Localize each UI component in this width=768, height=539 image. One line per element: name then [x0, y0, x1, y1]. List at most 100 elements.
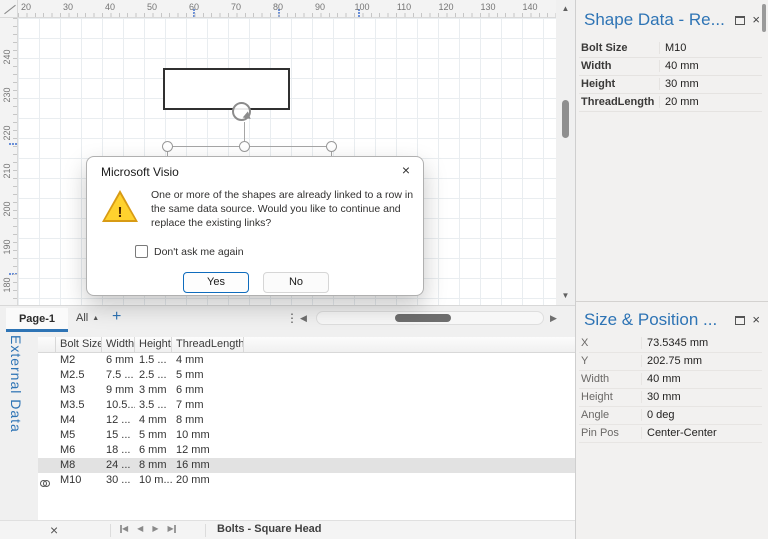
- data-source-tab[interactable]: Bolts - Square Head: [217, 523, 322, 535]
- right-panel: Shape Data - Re... × Bolt Size M10 Width 40…: [575, 0, 768, 539]
- field-value[interactable]: Center-Center: [641, 427, 762, 439]
- row-icon-cell: [38, 368, 56, 383]
- dropdown-caret-icon: ▲: [92, 315, 100, 322]
- field-value[interactable]: 30 mm: [641, 391, 762, 403]
- close-icon[interactable]: ×: [752, 313, 760, 326]
- table-cell: 6 mm: [106, 354, 134, 366]
- row-icon-cell: [38, 458, 56, 473]
- external-data-table: Bolt Size Width Height ThreadLength M2 6 mm 1…: [38, 337, 575, 520]
- field-value[interactable]: 73.5345 mm: [641, 337, 762, 349]
- ruler-tick-label: 20: [20, 2, 31, 12]
- shape-data-row[interactable]: Bolt Size M10: [579, 40, 762, 58]
- table-cell: 2.5 ...: [139, 369, 167, 381]
- field-value[interactable]: 30 mm: [659, 78, 762, 90]
- size-position-row[interactable]: Pin Pos Center-Center: [579, 425, 762, 443]
- splitter-dots-icon[interactable]: ⋮: [286, 311, 298, 325]
- first-record-icon[interactable]: ◀: [120, 524, 128, 533]
- h-ruler: 20 30 40 50 60 70 80 90 100 110 120 130 140: [18, 0, 556, 18]
- table-row[interactable]: M5 15 ... 5 mm 10 mm: [38, 428, 575, 443]
- record-navigation: ◀ ◀ ▶ ▶: [120, 524, 176, 533]
- last-record-icon[interactable]: ▶: [167, 524, 176, 533]
- field-value[interactable]: M10: [659, 42, 762, 54]
- rectangle-shape[interactable]: [163, 68, 290, 110]
- size-position-row[interactable]: Y 202.75 mm: [579, 353, 762, 371]
- ruler-tick-label: 190: [2, 239, 12, 255]
- scrollbar-thumb[interactable]: [562, 100, 569, 138]
- v-ruler: 240 230 220 210 200 190 180: [0, 18, 18, 305]
- field-value[interactable]: 40 mm: [659, 60, 762, 72]
- size-position-row[interactable]: Height 30 mm: [579, 389, 762, 407]
- selection-handle[interactable]: [162, 141, 173, 152]
- table-row[interactable]: M6 18 ... 6 mm 12 mm: [38, 443, 575, 458]
- dont-ask-checkbox[interactable]: [135, 245, 148, 258]
- table-row[interactable]: M3 9 mm 3 mm 6 mm: [38, 383, 575, 398]
- horizontal-scrollbar[interactable]: [316, 311, 544, 325]
- row-icon-cell: [38, 353, 56, 368]
- close-icon[interactable]: ×: [752, 13, 760, 26]
- scrollbar-thumb[interactable]: [762, 4, 766, 32]
- size-position-row[interactable]: Width 40 mm: [579, 371, 762, 389]
- field-value[interactable]: 20 mm: [659, 96, 762, 108]
- all-pages-dropdown[interactable]: All ▲: [76, 312, 99, 324]
- scroll-down-icon[interactable]: ▼: [557, 291, 574, 300]
- table-row[interactable]: M4 12 ... 4 mm 8 mm: [38, 413, 575, 428]
- scroll-left-icon[interactable]: ◀: [300, 313, 307, 324]
- ruler-tick-label: 210: [2, 163, 12, 179]
- field-value[interactable]: 0 deg: [641, 409, 762, 421]
- scroll-up-icon[interactable]: ▲: [557, 4, 574, 13]
- row-icon-cell: [38, 398, 56, 413]
- table-cell: 12 ...: [106, 414, 131, 426]
- column-header[interactable]: Width: [102, 337, 135, 353]
- table-row[interactable]: M2 6 mm 1.5 ... 4 mm: [38, 353, 575, 368]
- row-icon-cell: [38, 383, 56, 398]
- table-row[interactable]: M3.5 10.5... 3.5 ... 7 mm: [38, 398, 575, 413]
- table-cell: 12 mm: [176, 444, 210, 456]
- table-cell: M3: [60, 384, 76, 396]
- field-label: Pin Pos: [581, 427, 619, 439]
- shape-data-row[interactable]: Height 30 mm: [579, 76, 762, 94]
- shape-data-row[interactable]: Width 40 mm: [579, 58, 762, 76]
- table-row[interactable]: M8 24 ... 8 mm 16 mm: [38, 458, 575, 473]
- scrollbar-thumb[interactable]: [395, 314, 451, 322]
- row-icon-cell: [38, 428, 56, 443]
- float-window-icon[interactable]: [735, 15, 746, 25]
- external-data-window: External Data Bolt Size Width Height Thread…: [0, 332, 575, 539]
- field-value[interactable]: 40 mm: [641, 373, 762, 385]
- size-position-row[interactable]: Angle 0 deg: [579, 407, 762, 425]
- tab-page-1[interactable]: Page-1: [6, 308, 68, 332]
- row-icon-cell: [38, 413, 56, 428]
- column-header[interactable]: Height: [135, 337, 172, 353]
- ruler-tick-label: 140: [522, 2, 538, 12]
- add-page-button[interactable]: +: [112, 308, 121, 326]
- table-cell: 4 mm: [176, 354, 204, 366]
- yes-button[interactable]: Yes: [183, 272, 249, 293]
- scroll-right-icon[interactable]: ▶: [550, 313, 557, 324]
- selection-handle[interactable]: [239, 141, 250, 152]
- table-cell: 24 ...: [106, 459, 131, 471]
- column-header[interactable]: ThreadLength: [172, 337, 244, 353]
- table-row[interactable]: M10 30 ... 10 m... 20 mm: [38, 473, 575, 488]
- table-cell: 7.5 ...: [106, 369, 134, 381]
- shape-data-row[interactable]: ThreadLength 20 mm: [579, 94, 762, 112]
- table-cell: 6 mm: [176, 384, 204, 396]
- selection-handle[interactable]: [326, 141, 337, 152]
- table-row[interactable]: M2.5 7.5 ... 2.5 ... 5 mm: [38, 368, 575, 383]
- close-icon[interactable]: ×: [50, 522, 58, 538]
- no-button[interactable]: No: [263, 272, 329, 293]
- ruler-tick-label: 180: [2, 277, 12, 293]
- rotation-handle-icon[interactable]: [232, 102, 251, 121]
- table-cell: 10 m...: [139, 474, 172, 486]
- ruler-tick-label: 70: [230, 2, 241, 12]
- header-icon-cell: [38, 337, 56, 353]
- external-data-title: External Data: [8, 335, 24, 433]
- close-icon[interactable]: ×: [402, 162, 410, 178]
- next-record-icon[interactable]: ▶: [152, 524, 158, 533]
- column-header[interactable]: Bolt Size: [56, 337, 102, 353]
- float-window-icon[interactable]: [735, 315, 746, 325]
- previous-record-icon[interactable]: ◀: [137, 524, 143, 533]
- table-cell: 10 mm: [176, 429, 210, 441]
- ruler-tick-label: 90: [314, 2, 325, 12]
- field-value[interactable]: 202.75 mm: [641, 355, 762, 367]
- canvas-vertical-scrollbar[interactable]: ▲ ▼: [557, 0, 574, 305]
- size-position-row[interactable]: X 73.5345 mm: [579, 335, 762, 353]
